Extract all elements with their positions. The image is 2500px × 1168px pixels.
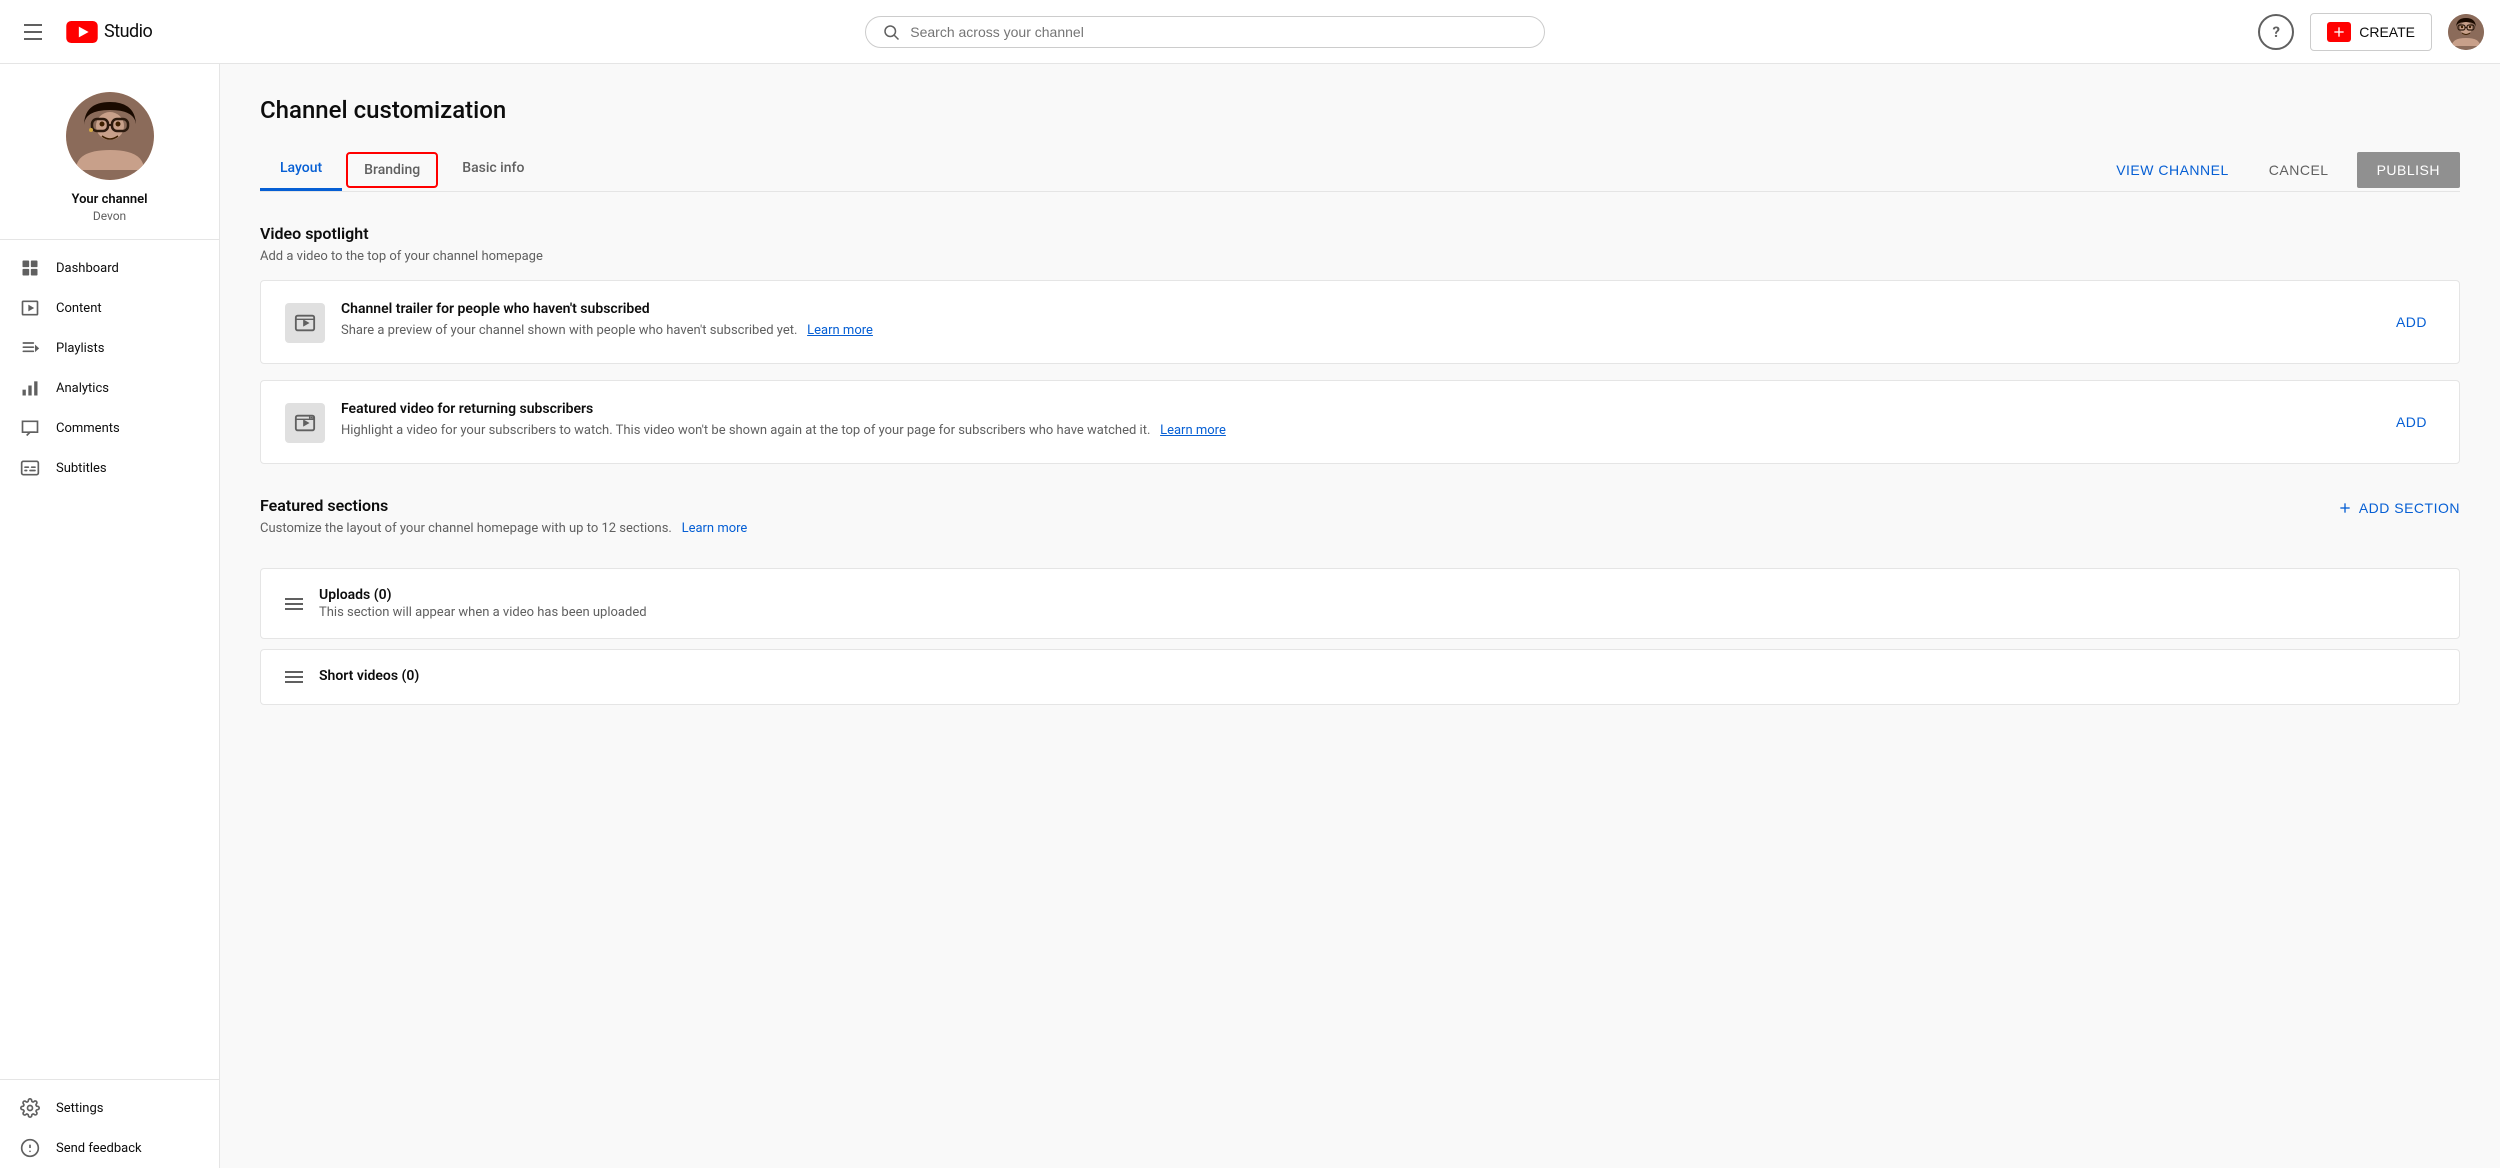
featured-sections-header: Featured sections Customize the layout o…: [260, 496, 2460, 552]
channel-trailer-icon: [285, 303, 325, 343]
tab-branding[interactable]: Branding: [346, 152, 438, 188]
hamburger-menu-button[interactable]: [16, 16, 50, 48]
channel-trailer-desc: Share a preview of your channel shown wi…: [341, 321, 2372, 341]
main-content: Channel customization Layout Branding Ba…: [220, 64, 2500, 1168]
short-videos-card-title: Short videos (0): [319, 668, 419, 684]
sidebar-item-comments[interactable]: Comments: [0, 408, 219, 448]
featured-video-learn-more-link[interactable]: Learn more: [1160, 423, 1226, 438]
featured-sections-info: Featured sections Customize the layout o…: [260, 496, 2337, 552]
video-spotlight-title: Video spotlight: [260, 224, 2460, 243]
channel-trailer-card: Channel trailer for people who haven't s…: [260, 280, 2460, 364]
app-header: Studio ? CREATE: [0, 0, 2500, 64]
analytics-label: Analytics: [56, 381, 109, 396]
create-button[interactable]: CREATE: [2310, 13, 2432, 51]
nav-bottom: Settings Send feedback: [0, 1079, 219, 1168]
search-input[interactable]: [910, 24, 1528, 40]
subtitles-label: Subtitles: [56, 461, 107, 476]
channel-trailer-title: Channel trailer for people who haven't s…: [341, 301, 2372, 317]
featured-video-action: ADD: [2388, 406, 2435, 438]
help-button[interactable]: ?: [2258, 14, 2294, 50]
channel-info: Your channel Devon: [0, 72, 219, 240]
tabs-right: VIEW CHANNEL CANCEL PUBLISH: [2104, 152, 2460, 188]
video-spotlight-section: Video spotlight Add a video to the top o…: [260, 224, 2460, 464]
featured-video-add-button[interactable]: ADD: [2388, 406, 2435, 438]
featured-sections-title: Featured sections: [260, 496, 2337, 515]
app-body: Your channel Devon Dashboard Content Pla…: [0, 64, 2500, 1168]
content-label: Content: [56, 301, 102, 316]
channel-handle: Devon: [93, 209, 126, 223]
video-spotlight-desc: Add a video to the top of your channel h…: [260, 249, 2460, 264]
short-videos-section-card: Short videos (0): [260, 649, 2460, 705]
channel-trailer-action: ADD: [2388, 306, 2435, 338]
add-section-button[interactable]: ADD SECTION: [2337, 500, 2460, 516]
featured-sections-learn-more-link[interactable]: Learn more: [682, 521, 748, 536]
header-right: ? CREATE: [2258, 13, 2484, 51]
uploads-drag-handle[interactable]: [285, 598, 303, 610]
featured-video-card: Featured video for returning subscribers…: [260, 380, 2460, 464]
short-videos-drag-handle[interactable]: [285, 671, 303, 683]
send-feedback-label: Send feedback: [56, 1141, 142, 1156]
playlists-icon: [20, 338, 40, 358]
channel-trailer-body: Channel trailer for people who haven't s…: [341, 301, 2372, 341]
uploads-card-title: Uploads (0): [319, 587, 647, 603]
channel-trailer-add-button[interactable]: ADD: [2388, 306, 2435, 338]
view-channel-button[interactable]: VIEW CHANNEL: [2104, 154, 2241, 186]
tabs-container: Layout Branding Basic info VIEW CHANNEL …: [260, 148, 2460, 192]
settings-label: Settings: [56, 1101, 103, 1116]
search-icon: [882, 23, 900, 41]
comments-icon: [20, 418, 40, 438]
sidebar-item-playlists[interactable]: Playlists: [0, 328, 219, 368]
featured-sections-desc: Customize the layout of your channel hom…: [260, 521, 2337, 536]
create-icon: [2327, 22, 2351, 42]
user-avatar[interactable]: [2448, 14, 2484, 50]
settings-icon: [20, 1098, 40, 1118]
logo-link[interactable]: Studio: [66, 21, 152, 43]
uploads-section-card: Uploads (0) This section will appear whe…: [260, 568, 2460, 639]
short-videos-card-body: Short videos (0): [319, 668, 419, 686]
sidebar-item-content[interactable]: Content: [0, 288, 219, 328]
channel-avatar: [66, 92, 154, 180]
channel-name: Your channel: [71, 192, 147, 207]
content-icon: [20, 298, 40, 318]
featured-video-title: Featured video for returning subscribers: [341, 401, 2372, 417]
studio-label: Studio: [104, 21, 152, 42]
uploads-card-body: Uploads (0) This section will appear whe…: [319, 587, 647, 620]
add-section-icon: [2337, 500, 2353, 516]
subtitles-icon: [20, 458, 40, 478]
uploads-card-desc: This section will appear when a video ha…: [319, 605, 647, 620]
channel-trailer-learn-more-link[interactable]: Learn more: [807, 323, 873, 338]
analytics-icon: [20, 378, 40, 398]
tab-basic-info[interactable]: Basic info: [442, 148, 544, 191]
playlists-label: Playlists: [56, 341, 104, 356]
header-left: Studio: [16, 16, 152, 48]
publish-button[interactable]: PUBLISH: [2357, 152, 2460, 188]
featured-video-body: Featured video for returning subscribers…: [341, 401, 2372, 441]
sidebar-item-settings[interactable]: Settings: [0, 1088, 219, 1128]
featured-video-desc: Highlight a video for your subscribers t…: [341, 421, 2372, 441]
youtube-logo-icon: [66, 21, 98, 43]
tab-layout[interactable]: Layout: [260, 148, 342, 191]
dashboard-icon: [20, 258, 40, 278]
featured-video-icon: [285, 403, 325, 443]
create-label: CREATE: [2359, 24, 2415, 40]
sidebar-item-subtitles[interactable]: Subtitles: [0, 448, 219, 488]
dashboard-label: Dashboard: [56, 261, 119, 276]
sidebar-item-dashboard[interactable]: Dashboard: [0, 248, 219, 288]
search-bar: [865, 16, 1545, 48]
feedback-icon: [20, 1138, 40, 1158]
sidebar: Your channel Devon Dashboard Content Pla…: [0, 64, 220, 1168]
comments-label: Comments: [56, 421, 120, 436]
cancel-button[interactable]: CANCEL: [2257, 154, 2341, 186]
sidebar-item-send-feedback[interactable]: Send feedback: [0, 1128, 219, 1168]
page-title: Channel customization: [260, 96, 2460, 124]
sidebar-item-analytics[interactable]: Analytics: [0, 368, 219, 408]
tabs-left: Layout Branding Basic info: [260, 148, 2104, 191]
featured-sections-section: Featured sections Customize the layout o…: [260, 496, 2460, 705]
